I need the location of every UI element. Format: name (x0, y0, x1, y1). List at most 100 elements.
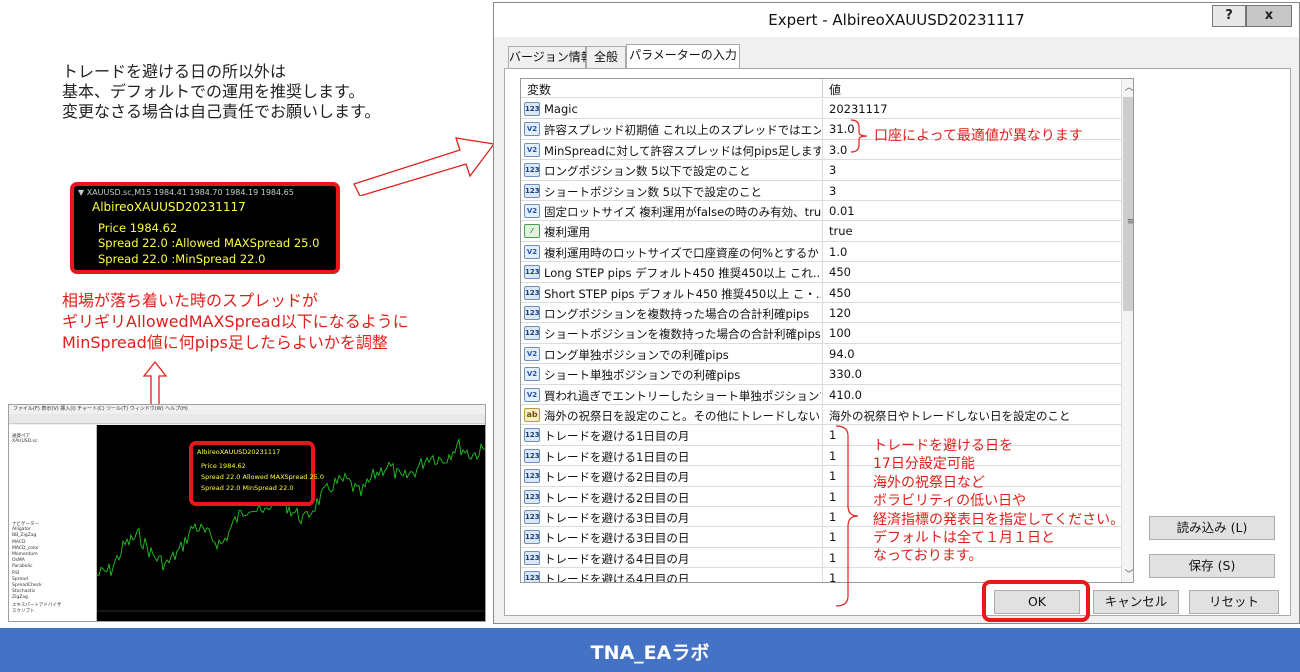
chart-info-ea-name: AlbireoXAUUSD20231117 (92, 200, 246, 214)
integer-icon: 123 (524, 102, 540, 116)
mt4-navigator-item: MACD (12, 539, 26, 545)
parameter-row[interactable]: 123 ロングポジションを複数持った場合の合計利確pips 120 (521, 303, 1121, 324)
parameter-name: トレードを避ける3日目の日 (544, 531, 690, 546)
parameter-value[interactable]: true (829, 224, 1119, 238)
tab-input-parameters[interactable]: パラメーターの入力 (626, 44, 740, 69)
scroll-thumb[interactable]: ≡ (1123, 97, 1133, 311)
parameter-row[interactable]: V2 複利運用時のロットサイズで口座資産の何%とするか・.. 1.0 (521, 241, 1121, 263)
double-icon: V2 (524, 204, 540, 218)
parameter-row[interactable]: 123 ショートポジション数 5以下で設定のこと 3 (521, 180, 1121, 201)
parameter-row[interactable]: 123 ショートポジションを複数持った場合の合計利確pips 100 (521, 323, 1121, 344)
integer-icon: 123 (524, 489, 540, 504)
column-separator (822, 323, 823, 344)
mt4-navigator-item: Stochastic (12, 589, 36, 595)
minspread-note-line: MinSpread値に何pips足したらよいかを調整 (62, 333, 388, 352)
mt4-navigator-item: XAUUSD.sc (12, 439, 38, 444)
parameter-value[interactable]: 0.01 (829, 204, 1119, 218)
column-separator (822, 241, 823, 262)
mt4-navigator-item: MACD_color (12, 545, 39, 551)
parameter-value[interactable]: 海外の祝祭日やトレードしない日を設定のこと (829, 408, 1119, 424)
minspread-note-line: 相場が落ち着いた時のスプレッドが (62, 291, 319, 310)
avoid-days-line: 海外の祝祭日など (873, 474, 985, 491)
mt4-toolbar (9, 414, 485, 424)
parameter-row[interactable]: V2 買われ過ぎでエントリーしたショート単独ポジションでの・.. 410.0 (521, 384, 1121, 405)
parameter-row[interactable]: ⁄ 複利運用 true (521, 221, 1121, 242)
chart-info-header: ▼ XAUUSD.sc,M15 1984.41 1984.70 1984.19 … (78, 188, 294, 197)
parameter-value[interactable]: 3 (829, 184, 1119, 198)
cancel-button[interactable]: キャンセル (1093, 590, 1179, 614)
column-separator (822, 303, 823, 323)
scroll-down-icon[interactable]: ﹀ (1123, 567, 1133, 581)
parameter-name: ロングポジションを複数持った場合の合計利確pips (544, 307, 810, 321)
integer-icon: 123 (524, 530, 540, 545)
parameter-value[interactable]: 450 (829, 286, 1119, 300)
parameter-name: ショートポジション数 5以下で設定のこと (544, 184, 762, 199)
parameter-row[interactable]: V2 ショート単独ポジションでの利確pips 330.0 (521, 364, 1121, 385)
mt4-info-spread-allowed: Spread 22.0 Allowed MAXSpread 25.0 (201, 473, 324, 481)
column-variable[interactable]: 変数 (527, 81, 551, 98)
column-separator (822, 119, 823, 140)
parameter-value[interactable]: 100 (829, 326, 1119, 340)
column-separator (822, 99, 823, 119)
double-icon: V2 (524, 142, 540, 157)
column-separator (822, 282, 823, 303)
load-button[interactable]: 読み込み (L) (1149, 516, 1275, 540)
column-separator (822, 384, 823, 405)
mt4-navigator-item: スクリプト (12, 608, 35, 614)
save-button[interactable]: 保存 (S) (1149, 554, 1275, 578)
parameter-row[interactable]: V2 ロング単独ポジションでの利確pips 94.0 (521, 343, 1121, 365)
close-button[interactable]: x (1246, 5, 1292, 27)
parameter-name: トレードを避ける4日目の月 (544, 551, 690, 566)
spread-bracket-icon (850, 119, 868, 153)
parameter-name: トレードを避ける3日目の月 (544, 511, 690, 525)
avoid-days-line: トレードを避ける日を (873, 438, 1013, 454)
column-separator (822, 547, 823, 568)
parameter-row[interactable]: 123 Long STEP pips デフォルト450 推奨450以上 これ...… (521, 262, 1121, 283)
parameter-name: ロングポジション数 5以下で設定のこと (544, 164, 751, 179)
double-icon: V2 (524, 367, 540, 382)
mt4-navigator-item: Momentum (12, 552, 38, 557)
parameter-row[interactable]: 123 Magic 20231117 (521, 99, 1121, 120)
usage-note-line: トレードを避ける日の所以外は (62, 62, 287, 81)
mt4-info-name: AlbireoXAUUSD20231117 (197, 448, 281, 456)
parameter-value[interactable]: 1.0 (829, 245, 1119, 259)
tab-version-info[interactable]: バージョン情報 (508, 46, 593, 68)
parameter-value[interactable]: 410.0 (829, 388, 1119, 402)
parameter-value[interactable]: 20231117 (829, 102, 1119, 116)
column-separator (822, 139, 823, 160)
parameter-name: Long STEP pips デフォルト450 推奨450以上 これ... (544, 266, 821, 281)
parameter-value[interactable]: 3 (829, 163, 1119, 177)
parameter-name: 海外の祝祭日を設定のこと。その他にトレードしない日・.. (544, 409, 821, 423)
ok-button[interactable]: OK (994, 590, 1080, 614)
double-icon: V2 (524, 346, 540, 361)
parameter-value[interactable]: 330.0 (829, 367, 1119, 381)
minspread-note-line: ギリギリAllowedMAXSpread以下になるように (62, 312, 409, 331)
column-value[interactable]: 値 (829, 81, 841, 98)
double-icon: V2 (524, 387, 540, 402)
parameter-value[interactable]: 94.0 (829, 347, 1119, 361)
integer-icon: 123 (524, 428, 540, 443)
scroll-up-icon[interactable]: ︿ (1123, 80, 1133, 94)
chart-info-spread-min: Spread 22.0 :MinSpread 22.0 (98, 252, 266, 266)
help-button[interactable]: ? (1212, 5, 1246, 27)
reset-button[interactable]: リセット (1189, 590, 1279, 614)
parameter-row[interactable]: 123 Short STEP pips デフォルト450 推奨450以上 こ・..… (521, 282, 1121, 303)
mt4-navigator-item: Spread (12, 576, 28, 582)
footer-title: TNA_EAラボ (590, 642, 710, 664)
column-separator (822, 445, 823, 466)
chart-info-panel: ▼ XAUUSD.sc,M15 1984.41 1984.70 1984.19 … (70, 182, 340, 274)
parameter-row[interactable]: V2 固定ロットサイズ 複利運用がfalseの時のみ有効、tru... 0.01 (521, 201, 1121, 222)
column-separator (822, 262, 823, 283)
tab-general[interactable]: 全般 (586, 46, 626, 68)
parameter-name: Short STEP pips デフォルト450 推奨450以上 こ・.. (544, 286, 821, 301)
mt4-navigator-item: ZigZag (12, 595, 28, 601)
mt4-navigator-item: Parabolic (12, 564, 33, 570)
integer-icon: 123 (524, 163, 540, 178)
parameter-value[interactable]: 120 (829, 306, 1119, 320)
parameter-row[interactable]: ab 海外の祝祭日を設定のこと。その他にトレードしない日・.. 海外の祝祭日やトレー… (521, 405, 1121, 426)
parameter-row[interactable]: 123 ロングポジション数 5以下で設定のこと 3 (521, 160, 1121, 181)
right-arrow-icon (353, 137, 496, 196)
parameter-value[interactable]: 450 (829, 265, 1119, 279)
column-separator (822, 486, 823, 507)
column-separator (822, 425, 823, 446)
